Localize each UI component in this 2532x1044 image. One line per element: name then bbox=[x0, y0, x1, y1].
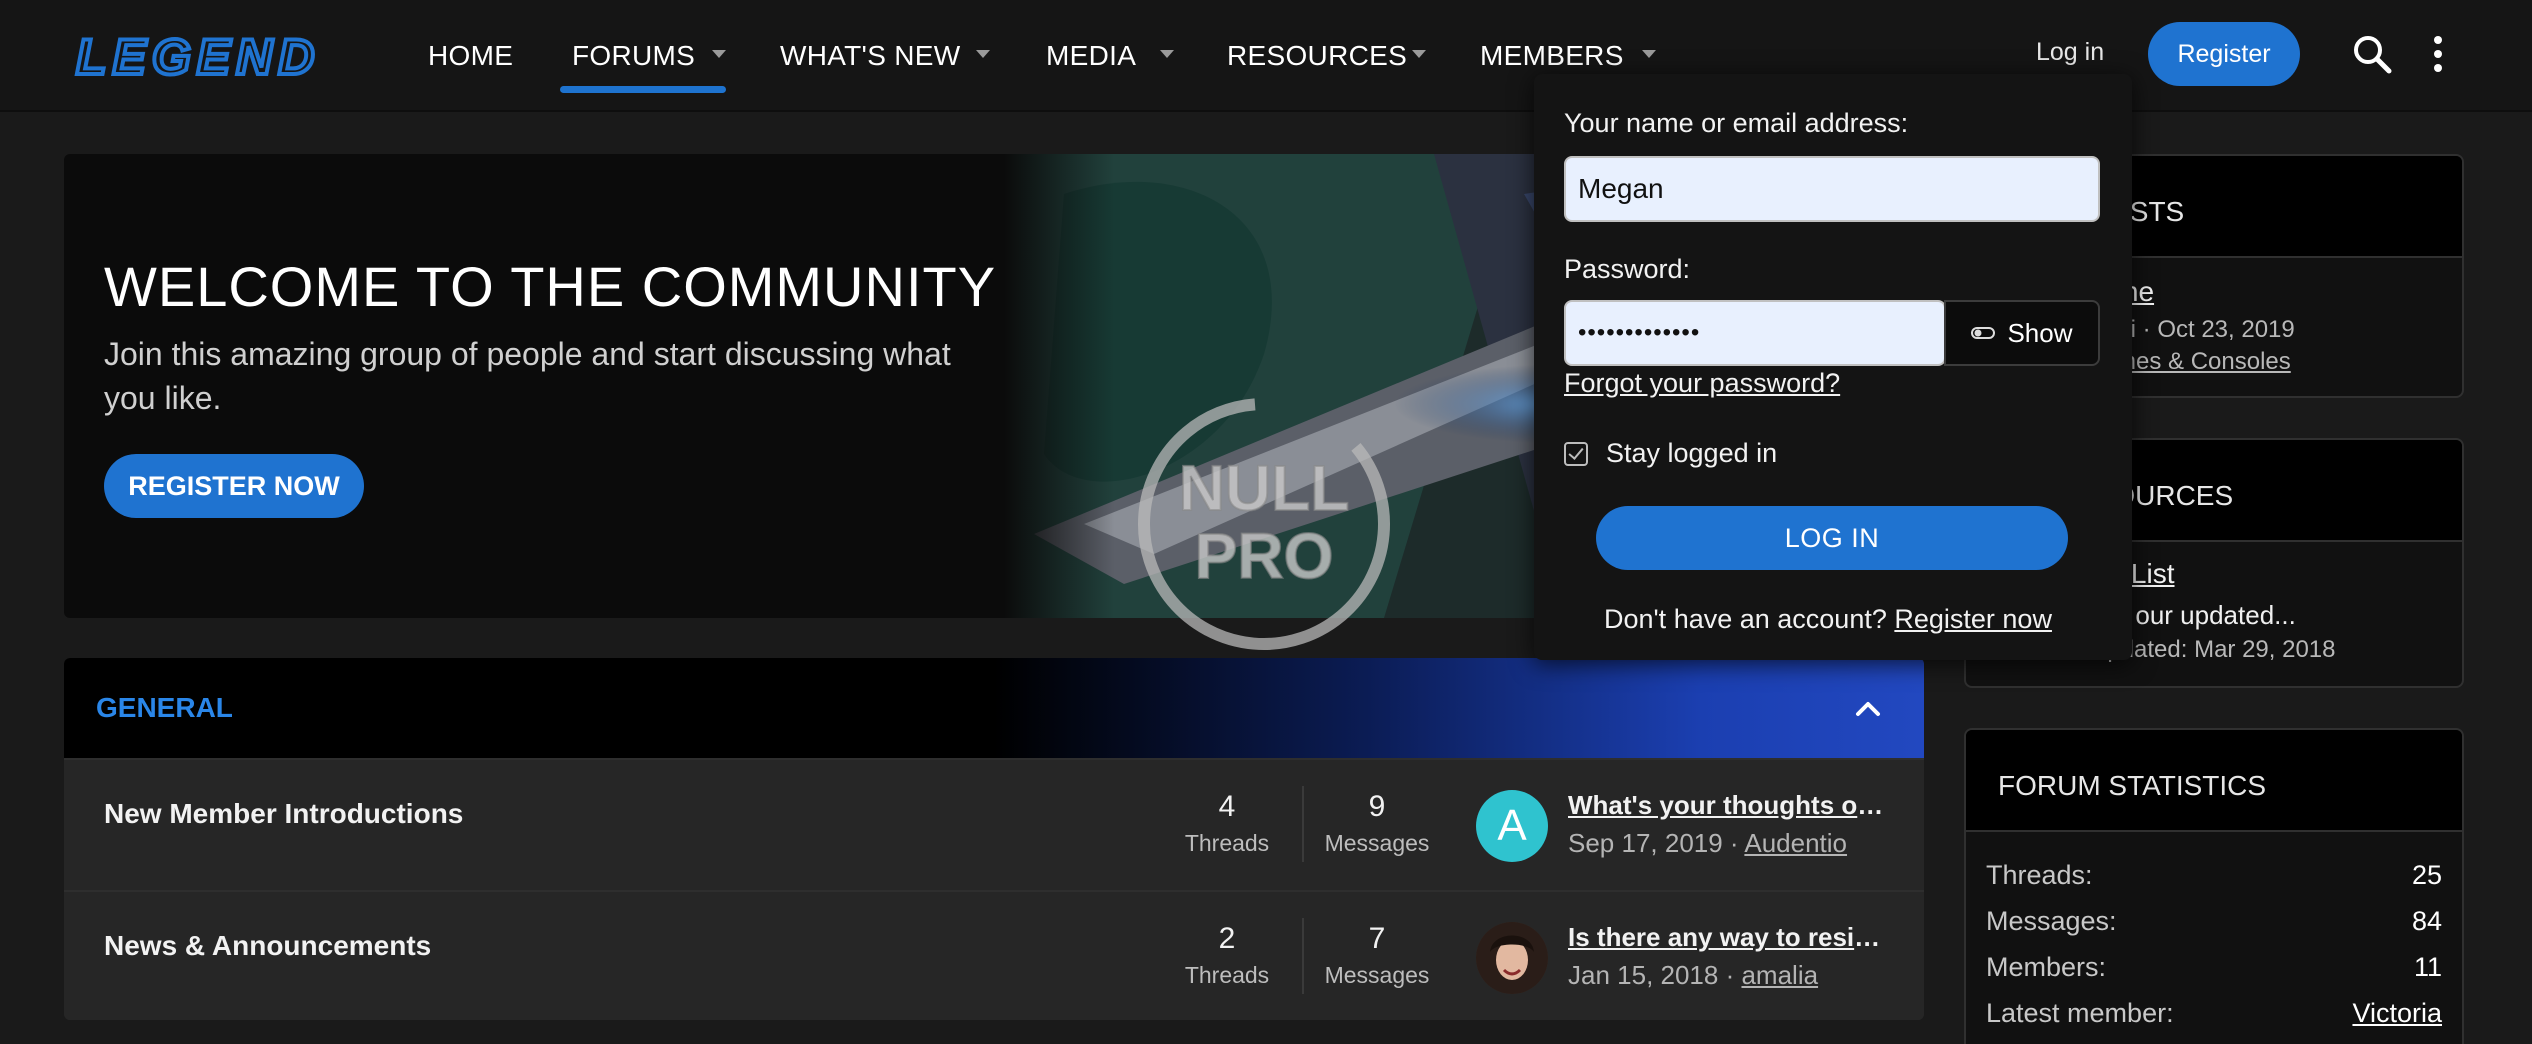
stay-logged-in[interactable]: Stay logged in bbox=[1564, 438, 1777, 469]
forum-category-general: GENERAL New Member Introductions 4 Threa… bbox=[64, 658, 1924, 1020]
widget-title: FORUM STATISTICS bbox=[1966, 730, 2462, 832]
forums-caret-icon[interactable] bbox=[712, 50, 726, 58]
nav-whats-new[interactable]: WHAT'S NEW bbox=[780, 0, 960, 112]
top-navigation: LEGEND HOME FORUMS WHAT'S NEW MEDIA RESO… bbox=[0, 0, 2532, 112]
name-label: Your name or email address: bbox=[1564, 108, 1909, 138]
latest-user-link[interactable]: Audentio bbox=[1744, 828, 1847, 858]
members-caret-icon[interactable] bbox=[1642, 50, 1656, 58]
latest-user-link[interactable]: amalia bbox=[1741, 960, 1818, 990]
stay-logged-in-label[interactable]: Stay logged in bbox=[1606, 438, 1777, 469]
stat-row-messages: Messages: 84 bbox=[1986, 906, 2442, 937]
latest-date: Jan 15, 2018 bbox=[1568, 960, 1719, 990]
nav-home[interactable]: HOME bbox=[428, 0, 513, 112]
show-password-button[interactable]: Show bbox=[1944, 300, 2100, 366]
latest-thread-meta: Jan 15, 2018 · amalia bbox=[1568, 960, 1819, 990]
messages-label: Messages bbox=[1324, 830, 1430, 856]
threads-label: Threads bbox=[1184, 830, 1270, 856]
category-header: GENERAL bbox=[64, 658, 1924, 758]
stat-row-members: Members: 11 bbox=[1986, 952, 2442, 983]
register-now-button[interactable]: REGISTER NOW bbox=[104, 454, 364, 518]
stat-label: Threads: bbox=[1986, 860, 2093, 890]
stat-value: 84 bbox=[2411, 906, 2442, 936]
forum-statistics-widget: FORUM STATISTICS Threads: 25 Messages: 8… bbox=[1964, 728, 2464, 1044]
toggle-icon bbox=[1971, 327, 1996, 339]
messages-stat: 7 Messages bbox=[1312, 922, 1442, 989]
svg-text:NULL: NULL bbox=[1179, 452, 1350, 524]
node-title[interactable]: News & Announcements bbox=[104, 930, 431, 962]
stat-divider bbox=[1302, 786, 1304, 862]
nav-media[interactable]: MEDIA bbox=[1046, 0, 1136, 112]
no-account-row: Don't have an account? Register now bbox=[1604, 604, 2052, 635]
more-vertical-icon[interactable] bbox=[2426, 34, 2450, 74]
legend-logo[interactable]: LEGEND bbox=[72, 26, 356, 86]
no-account-text: Don't have an account? bbox=[1604, 604, 1887, 634]
password-label: Password: bbox=[1564, 254, 1691, 284]
show-label: Show bbox=[2007, 317, 2073, 348]
resources-caret-icon[interactable] bbox=[1412, 50, 1426, 58]
chevron-up-icon[interactable] bbox=[1852, 692, 1884, 724]
stat-divider bbox=[1302, 918, 1304, 994]
category-title[interactable]: GENERAL bbox=[96, 692, 233, 724]
register-button[interactable]: Register bbox=[2148, 22, 2300, 86]
threads-stat: 2 Threads bbox=[1162, 922, 1292, 989]
threads-stat: 4 Threads bbox=[1162, 790, 1292, 857]
stat-label: Latest member: bbox=[1986, 998, 2174, 1028]
latest-date: Sep 17, 2019 bbox=[1568, 828, 1723, 858]
latest-thread-link[interactable]: What's your thoughts on the new forums? bbox=[1568, 790, 1890, 821]
welcome-subtitle: Join this amazing group of people and st… bbox=[104, 336, 951, 416]
node-title[interactable]: New Member Introductions bbox=[104, 798, 463, 830]
avatar[interactable]: A bbox=[1476, 790, 1548, 862]
stat-row-threads: Threads: 25 bbox=[1986, 860, 2442, 891]
latest-member-link[interactable]: Victoria bbox=[2352, 998, 2442, 1029]
threads-count: 4 bbox=[1218, 790, 1236, 823]
password-input[interactable]: ••••••••••••• bbox=[1564, 300, 1946, 366]
stat-value: 25 bbox=[2411, 860, 2442, 890]
stay-logged-in-checkbox[interactable] bbox=[1564, 441, 1588, 466]
forum-node[interactable]: New Member Introductions 4 Threads 9 Mes… bbox=[64, 758, 1924, 888]
messages-count: 7 bbox=[1368, 922, 1386, 955]
latest-thread-meta: Sep 17, 2019 · Audentio bbox=[1568, 828, 1848, 858]
threads-label: Threads bbox=[1184, 962, 1270, 988]
login-button[interactable]: LOG IN bbox=[1596, 506, 2068, 570]
active-tab-indicator bbox=[560, 86, 726, 93]
messages-label: Messages bbox=[1324, 962, 1430, 988]
watermark-logo: NULL PRO bbox=[1138, 398, 1390, 650]
search-icon[interactable] bbox=[2352, 34, 2392, 74]
stat-value: 11 bbox=[2413, 952, 2442, 982]
login-link[interactable]: Log in bbox=[2036, 38, 2104, 67]
register-now-link[interactable]: Register now bbox=[1894, 604, 2052, 634]
nav-resources[interactable]: RESOURCES bbox=[1227, 0, 1407, 112]
forgot-password-link[interactable]: Forgot your password? bbox=[1564, 368, 1840, 399]
messages-stat: 9 Messages bbox=[1312, 790, 1442, 857]
nav-forums[interactable]: FORUMS bbox=[572, 0, 695, 112]
media-caret-icon[interactable] bbox=[1160, 50, 1174, 58]
avatar[interactable] bbox=[1476, 922, 1548, 994]
login-popup: Your name or email address: Megan Passwo… bbox=[1534, 74, 2132, 660]
stat-label: Messages: bbox=[1986, 906, 2117, 936]
welcome-title: WELCOME TO THE COMMUNITY bbox=[104, 255, 997, 318]
latest-thread-link[interactable]: Is there any way to resize images? bbox=[1568, 922, 1890, 953]
stat-row-latest-member: Latest member: Victoria bbox=[1986, 998, 2442, 1029]
name-input[interactable]: Megan bbox=[1564, 156, 2100, 222]
stat-label: Members: bbox=[1986, 952, 2107, 982]
forum-node[interactable]: News & Announcements 2 Threads 7 Message… bbox=[64, 890, 1924, 1020]
svg-text:PRO: PRO bbox=[1195, 520, 1334, 592]
whats-new-caret-icon[interactable] bbox=[976, 50, 990, 58]
messages-count: 9 bbox=[1368, 790, 1386, 823]
threads-count: 2 bbox=[1218, 922, 1236, 955]
svg-text:LEGEND: LEGEND bbox=[76, 29, 320, 85]
